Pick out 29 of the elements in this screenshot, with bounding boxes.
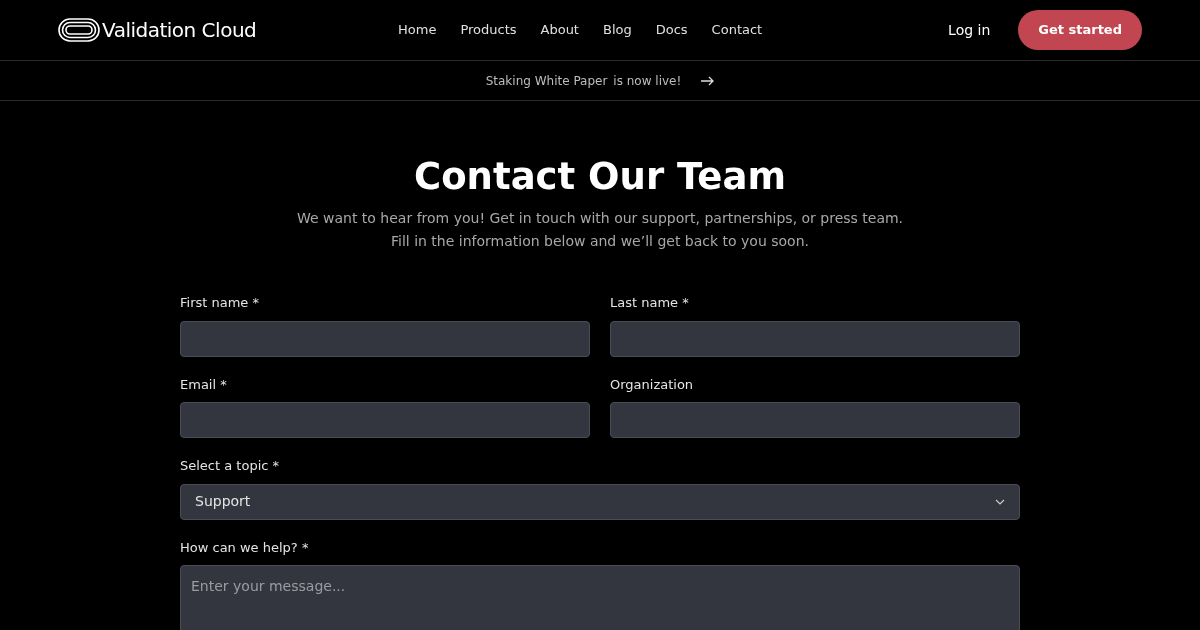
field-label: Organization [610,375,695,394]
text-input-field[interactable] [610,320,1020,357]
nav-link[interactable]: Home [398,20,437,40]
topic-dropdown[interactable]: Support [180,483,1020,520]
arrow-right-icon [701,75,715,86]
chevron-down-icon [995,498,1005,505]
field-label: Last name * [610,294,690,312]
message-field[interactable]: Enter your message... [180,565,1020,630]
text-input-field[interactable] [180,402,590,438]
banner-link[interactable]: Staking White Paper [485,71,608,90]
field-label: Select a topic * [180,457,281,475]
text-input-field[interactable] [180,320,590,357]
nav-link[interactable]: Contact [711,20,763,40]
field-label: First name * [180,294,260,312]
field-label: How can we help? * [180,538,310,557]
subtitle-text: We want to hear from you! Get in touch with our support, partnerships, or press team. [296,209,904,228]
text-input-field[interactable] [610,402,1020,438]
banner-text: is now live! [613,72,682,90]
nav-link[interactable]: Docs [655,20,688,40]
subtitle-text: Fill in the information below and we’ll get back to you soon. [391,232,809,251]
nav-link[interactable]: About [540,20,579,40]
logo-icon [58,18,100,42]
get-started-button[interactable]: Get started [1018,10,1142,50]
page-title: Contact Our Team [414,155,786,199]
login-link[interactable]: Log in [948,19,991,41]
field-label: Email * [180,375,228,394]
nav-link[interactable]: Blog [602,20,632,40]
logo-text: Validation Cloud [102,17,257,44]
nav-link[interactable]: Products [460,20,517,40]
